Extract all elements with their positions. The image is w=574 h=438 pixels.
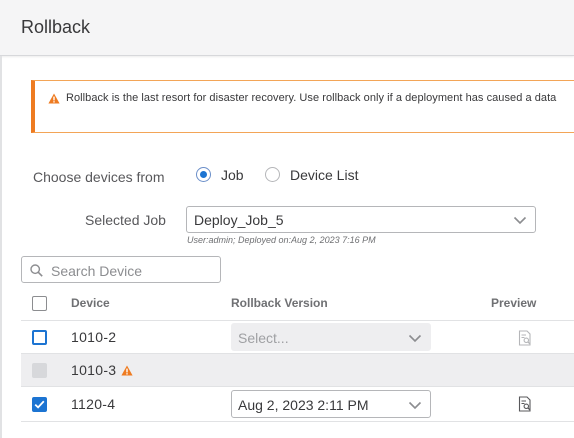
radio-device-list[interactable] <box>265 167 280 182</box>
warning-icon <box>121 365 133 376</box>
preview-icon[interactable] <box>518 396 532 412</box>
row-checkbox[interactable] <box>32 330 47 345</box>
rollback-version-select: Select... <box>231 323 431 351</box>
alert-message: Rollback is the last resort for disaster… <box>66 92 557 104</box>
preview-icon <box>518 330 531 346</box>
choose-devices-label: Choose devices from <box>33 169 165 185</box>
column-preview: Preview <box>491 296 537 310</box>
left-border <box>0 56 2 438</box>
dialog-header: Rollback <box>0 0 574 56</box>
radio-job-label[interactable]: Job <box>221 167 244 183</box>
check-icon <box>34 400 45 409</box>
device-name: 1010-3 <box>71 362 117 378</box>
warning-icon <box>48 93 60 104</box>
rollback-version-value: Select... <box>238 330 289 346</box>
chevron-down-icon <box>408 334 422 343</box>
column-device: Device <box>71 296 110 310</box>
radio-job[interactable] <box>196 167 211 182</box>
chevron-down-icon <box>513 216 527 225</box>
table-row: 1010-3 <box>21 354 574 387</box>
select-all-checkbox[interactable] <box>32 296 47 311</box>
dialog-title: Rollback <box>21 17 91 37</box>
row-checkbox[interactable] <box>32 397 47 412</box>
rollback-version-value: Aug 2, 2023 2:11 PM <box>238 397 369 413</box>
job-select-value: Deploy_Job_5 <box>194 212 284 228</box>
table-row: 1120-4 Aug 2, 2023 2:11 PM <box>21 387 574 422</box>
job-select[interactable]: Deploy_Job_5 <box>186 206 536 233</box>
search-icon <box>30 264 43 277</box>
job-meta: User:admin; Deployed on:Aug 2, 2023 7:16… <box>187 235 376 245</box>
table-row: 1010-2 Select... <box>21 320 574 354</box>
row-checkbox <box>32 363 47 378</box>
search-input[interactable]: Search Device <box>21 256 221 283</box>
radio-device-list-label[interactable]: Device List <box>290 167 358 183</box>
device-name: 1010-2 <box>71 329 117 345</box>
search-placeholder: Search Device <box>51 263 143 279</box>
column-rollback-version: Rollback Version <box>231 296 328 310</box>
rollback-version-select[interactable]: Aug 2, 2023 2:11 PM <box>231 390 431 418</box>
chevron-down-icon <box>408 401 422 410</box>
selected-job-label: Selected Job <box>85 212 166 228</box>
device-name: 1120-4 <box>71 396 116 412</box>
warning-alert: Rollback is the last resort for disaster… <box>31 80 574 133</box>
